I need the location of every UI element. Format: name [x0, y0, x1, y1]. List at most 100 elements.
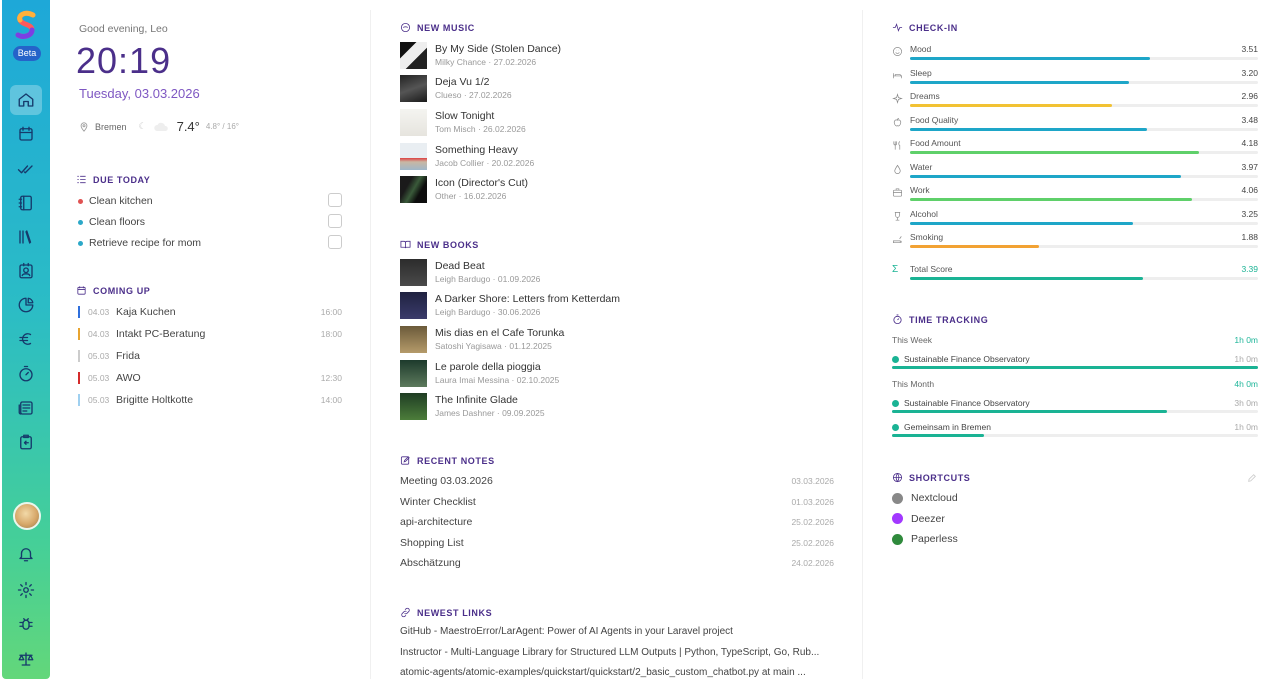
calendar-icon [19, 126, 33, 141]
link-item[interactable]: GitHub - MaestroError/LarAgent: Power of… [400, 626, 830, 640]
time-entry-label: Gemeinsam in Bremen [904, 421, 991, 432]
nav-notifications[interactable] [10, 539, 42, 569]
time-period-label: This Week [892, 335, 932, 345]
nav-calendar[interactable] [10, 119, 42, 149]
music-item[interactable]: By My Side (Stolen Dance) Milky Chance · … [400, 41, 840, 69]
note-item[interactable]: Winter Checklist 01.03.2026 [400, 495, 834, 509]
link-item[interactable]: Instructor - Multi-Language Library for … [400, 647, 830, 661]
event-item[interactable]: 05.03 AWO 12:30 [78, 371, 342, 385]
project-dot [892, 356, 899, 363]
globe-icon [892, 472, 903, 483]
shortcut-paperless[interactable]: Paperless [892, 532, 958, 546]
task-item[interactable]: Clean floors [78, 214, 342, 230]
book-item[interactable]: Le parole della pioggia Laura Imai Messin… [400, 359, 840, 387]
music-item[interactable]: Slow Tonight Tom Misch · 26.02.2026 [400, 108, 840, 136]
edit-note-icon [400, 456, 410, 465]
task-checkbox[interactable] [328, 214, 342, 228]
nav-home[interactable] [10, 85, 42, 115]
event-item[interactable]: 04.03 Kaja Kuchen 16:00 [78, 305, 342, 319]
event-item[interactable]: 05.03 Frida [78, 349, 342, 363]
task-checkbox[interactable] [328, 193, 342, 207]
double-check-icon [17, 165, 33, 174]
nav-news[interactable] [10, 393, 42, 423]
checkin-dreams[interactable]: Dreams 2.96 [892, 91, 1258, 111]
checkin-mood[interactable]: Mood 3.51 [892, 44, 1258, 64]
nav-clipboard[interactable] [10, 427, 42, 457]
book-title: The Infinite Glade [435, 394, 518, 407]
nav-time[interactable] [10, 359, 42, 389]
newest-links-header: NEWEST LINKS [400, 607, 492, 618]
task-label: Retrieve recipe for mom [89, 237, 202, 249]
nav-debug[interactable] [10, 609, 42, 639]
nav-settings[interactable] [10, 575, 42, 605]
event-date: 05.03 [88, 373, 110, 383]
shortcut-icon [892, 533, 903, 545]
timer-icon [893, 314, 902, 325]
music-title: Icon (Director's Cut) [435, 177, 529, 190]
checkin-food-quality[interactable]: Food Quality 3.48 [892, 115, 1258, 135]
time-entry[interactable]: Gemeinsam in Bremen 1h 0m [892, 422, 1258, 440]
checkin-sleep[interactable]: Sleep 3.20 [892, 68, 1258, 88]
note-item[interactable]: api-architecture 25.02.2026 [400, 515, 834, 529]
avatar[interactable] [13, 502, 41, 530]
checkin-bar-track [910, 277, 1258, 280]
note-item[interactable]: Shopping List 25.02.2026 [400, 536, 834, 550]
checkin-work[interactable]: Work 4.06 [892, 185, 1258, 205]
checkin-bar-track [910, 198, 1258, 201]
nav-library[interactable] [10, 222, 42, 252]
nav-finance[interactable] [10, 324, 42, 354]
sparkle-icon [892, 93, 903, 104]
book-info: A Darker Shore: Letters from Ketterdam Le… [435, 293, 620, 318]
music-info: Deja Vu 1/2 Clueso · 27.02.2026 [435, 76, 512, 101]
book-item[interactable]: A Darker Shore: Letters from Ketterdam Le… [400, 292, 840, 320]
event-item[interactable]: 05.03 Brigitte Holtkotte 14:00 [78, 393, 342, 407]
note-item[interactable]: Abschätzung 24.02.2026 [400, 556, 834, 570]
checkin-bar-fill [910, 80, 1130, 84]
app-logo[interactable] [15, 10, 37, 40]
task-item[interactable]: Clean kitchen [78, 193, 342, 209]
nav-legal[interactable] [10, 644, 42, 674]
music-info: By My Side (Stolen Dance) Milky Chance · … [435, 43, 561, 68]
clock: 20:19 [76, 40, 172, 81]
link-item[interactable]: atomic-agents/atomic-examples/quickstart… [400, 667, 830, 679]
nav-contacts[interactable] [10, 256, 42, 286]
edit-shortcuts-icon[interactable] [1247, 473, 1257, 483]
shortcut-deezer[interactable]: Deezer [892, 512, 945, 526]
event-item[interactable]: 04.03 Intakt PC-Beratung 18:00 [78, 327, 342, 341]
sigma-icon: Σ [892, 264, 899, 275]
checkin-bar-track [910, 127, 1258, 131]
task-checkbox[interactable] [328, 235, 342, 249]
utensils-icon [893, 141, 901, 150]
section-title: NEWEST LINKS [417, 607, 493, 618]
time-bar-fill [892, 433, 984, 437]
nav-tasks[interactable] [10, 154, 42, 184]
checkin-alcohol[interactable]: Alcohol 3.25 [892, 209, 1258, 229]
music-item[interactable]: Something Heavy Jacob Collier · 20.02.202… [400, 142, 840, 170]
nav-stats[interactable] [10, 290, 42, 320]
checkin-bar-track [910, 221, 1258, 225]
glass-icon [894, 211, 901, 221]
time-entry[interactable]: Sustainable Finance Observatory 3h 0m [892, 398, 1258, 416]
task-item[interactable]: Retrieve recipe for mom [78, 235, 342, 251]
note-date: 03.03.2026 [791, 476, 834, 486]
event-label: Intakt PC-Beratung [116, 328, 206, 340]
checkin-smoking[interactable]: Smoking 1.88 [892, 232, 1258, 252]
time-entry[interactable]: Sustainable Finance Observatory 1h 0m [892, 354, 1258, 372]
event-time: 16:00 [320, 307, 342, 317]
music-item[interactable]: Icon (Director's Cut) Other · 16.02.2026 [400, 176, 840, 204]
shortcut-nextcloud[interactable]: Nextcloud [892, 491, 958, 505]
checkin-food-amount[interactable]: Food Amount 4.18 [892, 138, 1258, 158]
check-in-header: CHECK-IN [892, 22, 958, 33]
shortcut-icon [892, 513, 903, 524]
section-title: DUE TODAY [93, 174, 151, 185]
checkin-water[interactable]: Water 3.97 [892, 162, 1258, 182]
nav-notes[interactable] [10, 188, 42, 218]
book-item[interactable]: Mis dias en el Cafe Torunka Satoshi Yagis… [400, 325, 840, 353]
event-date: 04.03 [88, 329, 110, 339]
book-meta: James Dashner · 09.09.2025 [435, 408, 545, 419]
book-item[interactable]: Dead Beat Leigh Bardugo · 01.09.2026 [400, 258, 840, 286]
book-item[interactable]: The Infinite Glade James Dashner · 09.09.… [400, 393, 840, 421]
music-item[interactable]: Deja Vu 1/2 Clueso · 27.02.2026 [400, 75, 840, 103]
event-color-bar [78, 328, 80, 340]
note-item[interactable]: Meeting 03.03.2026 03.03.2026 [400, 474, 834, 488]
